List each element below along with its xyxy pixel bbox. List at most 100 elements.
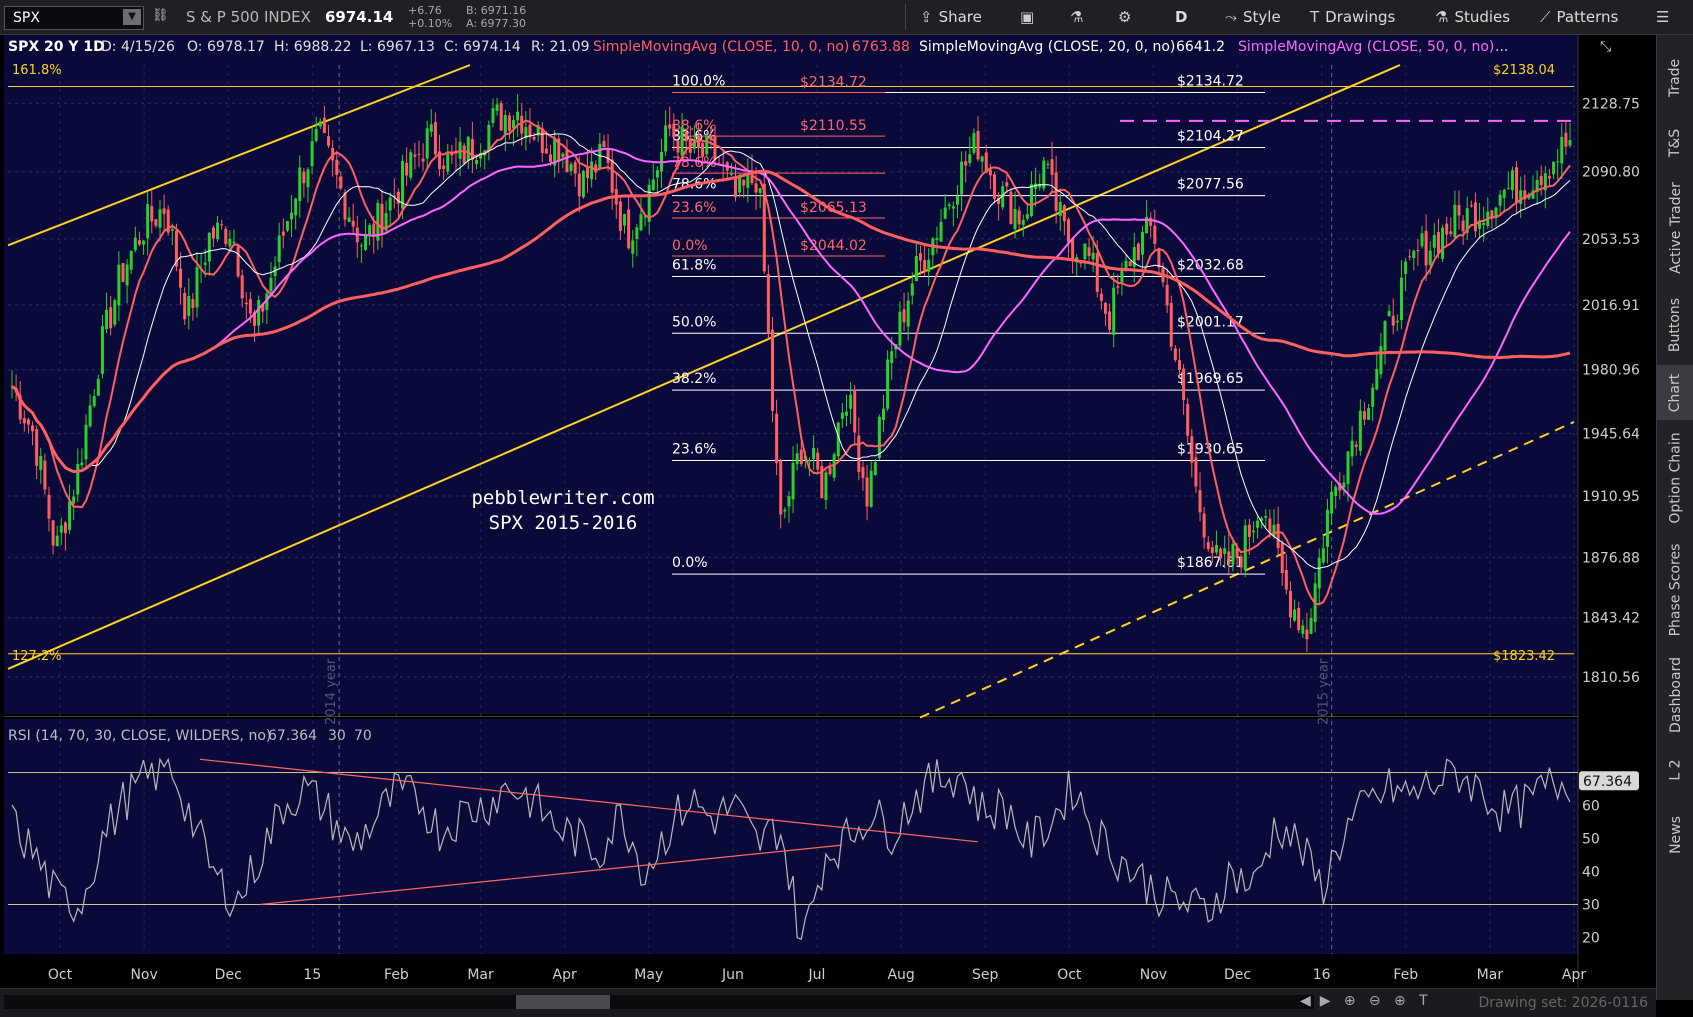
candle-body <box>1297 607 1301 631</box>
candle-body <box>1461 220 1465 232</box>
share-icon: ⇪ <box>920 8 933 26</box>
candle-body <box>1432 234 1436 248</box>
text-icon[interactable]: T <box>1419 993 1428 1009</box>
candle-body <box>442 165 446 169</box>
time-tick-label: Mar <box>1477 967 1504 983</box>
candle-body <box>417 153 421 155</box>
scroll-left-icon[interactable]: ◀ <box>1300 993 1311 1009</box>
sidebar-tab-buttons[interactable]: Buttons <box>1657 285 1693 365</box>
sidebar-tab-option-chain[interactable]: Option Chain <box>1657 420 1693 535</box>
sidebar-tab-chart[interactable]: Chart <box>1657 365 1693 420</box>
time-tick-label: Jun <box>721 967 744 983</box>
rsi-label[interactable]: RSI (14, 70, 30, CLOSE, WILDERS, no) <box>8 728 271 744</box>
time-tick-label: Feb <box>384 967 409 983</box>
candle-body <box>1510 170 1514 191</box>
candle-body <box>1482 223 1486 225</box>
candle-body <box>672 123 676 136</box>
patterns-button[interactable]: ⟋ Patterns <box>1540 5 1618 29</box>
sidebar-tab-label: News <box>1667 816 1684 854</box>
share-button[interactable]: ⇪ Share <box>920 5 982 29</box>
candle-body <box>187 295 191 316</box>
link-icon[interactable]: ⛓ <box>152 8 169 23</box>
flask-icon: ⚗ <box>1070 8 1084 26</box>
sidebar-tab-t-s[interactable]: T&S <box>1657 115 1693 170</box>
chart-area[interactable]: 2014 year2015 year 100.0%$2134.7288.6%$2… <box>0 35 1656 988</box>
rsi-current-value: 67.364 <box>268 728 317 744</box>
price-tick-label: 1945.64 <box>1582 426 1640 442</box>
menu-button[interactable]: ☰ <box>1656 5 1675 29</box>
sma10-label[interactable]: SimpleMovingAvg (CLOSE, 10, 0, no) <box>593 39 849 55</box>
candle-body <box>203 262 207 265</box>
settings-button[interactable]: ⚙ <box>1118 5 1137 29</box>
candle-body <box>96 379 100 396</box>
candle-body <box>1321 548 1325 563</box>
candle-body <box>1354 444 1358 447</box>
candle-body <box>1198 490 1202 513</box>
candle-body <box>775 413 779 464</box>
candle-body <box>877 416 881 459</box>
candle-body <box>80 462 84 466</box>
camera-icon: ▣ <box>1020 8 1035 26</box>
candle-body <box>1379 346 1383 375</box>
fib-level-percent: 100.0% <box>672 74 725 90</box>
collapse-icon[interactable]: ⤡ <box>1600 39 1611 55</box>
channel-top-price: $2138.04 <box>1493 63 1555 78</box>
sma20-label[interactable]: SimpleMovingAvg (CLOSE, 20, 0, no) <box>919 39 1175 55</box>
candle-body <box>927 259 931 272</box>
candle-body <box>816 452 820 470</box>
candle-body <box>549 154 553 162</box>
candle-body <box>795 453 799 464</box>
candle-body <box>573 162 577 174</box>
candle-body <box>72 496 76 504</box>
symbol-selector[interactable]: SPX ▼ <box>4 6 144 30</box>
sidebar-tab-label: Phase Scores <box>1667 543 1684 637</box>
top-toolbar: SPX ▼ ⛓ S & P 500 INDEX 6974.14 +6.76 +0… <box>0 0 1693 35</box>
period-button[interactable]: D <box>1175 5 1187 29</box>
drawings-button[interactable]: T Drawings <box>1310 5 1395 29</box>
status-more[interactable]: ... <box>1495 39 1508 55</box>
candle-body <box>1087 247 1091 256</box>
crosshair-icon[interactable]: ⊕ <box>1394 993 1406 1009</box>
time-tick-label: Apr <box>553 967 577 983</box>
candle-body <box>1506 188 1510 190</box>
chevron-down-icon[interactable]: ▼ <box>123 9 141 25</box>
sidebar-tab-trade[interactable]: Trade <box>1657 40 1693 115</box>
sidebar-tab-active-trader[interactable]: Active Trader <box>1657 170 1693 285</box>
zoom-out-icon[interactable]: ⊖ <box>1369 993 1381 1009</box>
candle-body <box>1371 387 1375 407</box>
candle-body <box>655 170 659 178</box>
time-scrollbar[interactable] <box>4 995 1314 1009</box>
candle-body <box>1103 302 1107 314</box>
candle-body <box>1021 219 1025 226</box>
gear-icon: ⚙ <box>1118 8 1132 26</box>
screenshot-button[interactable]: ▣ <box>1020 5 1040 29</box>
time-axis: Oct Nov Dec 15 Feb Mar Apr May Jun Jul Aug Sep Oct No… <box>48 967 1586 983</box>
candle-body <box>869 470 873 507</box>
sma50-label[interactable]: SimpleMovingAvg (CLOSE, 50, 0, no) <box>1238 39 1494 55</box>
candle-body <box>623 214 627 226</box>
drawing-set-label: Drawing set: 2026-0116 <box>1478 995 1648 1011</box>
candle-body <box>881 408 885 420</box>
zoom-in-icon[interactable]: ⊕ <box>1344 993 1356 1009</box>
style-button[interactable]: ⤳ Style <box>1225 5 1281 29</box>
candle-body <box>1473 202 1477 232</box>
candle-body <box>602 141 606 148</box>
sidebar-tab-l-2[interactable]: L 2 <box>1657 745 1693 795</box>
sidebar-tab-phase-scores[interactable]: Phase Scores <box>1657 535 1693 645</box>
candle-body <box>1367 408 1371 420</box>
flask-button[interactable]: ⚗ <box>1070 5 1089 29</box>
sidebar-tab-dashboard[interactable]: Dashboard <box>1657 645 1693 745</box>
studies-button[interactable]: ⚗ Studies <box>1435 5 1510 29</box>
candle-body <box>84 424 88 460</box>
candle-body <box>207 232 211 262</box>
candle-body <box>1395 320 1399 323</box>
candle-body <box>1564 132 1568 147</box>
zoom-controls[interactable]: ◀ ▶ ⊕ ⊖ ⊕ T <box>1300 993 1428 1009</box>
scroll-right-icon[interactable]: ▶ <box>1320 993 1331 1009</box>
sidebar-tab-news[interactable]: News <box>1657 795 1693 875</box>
scrollbar-thumb[interactable] <box>516 995 610 1009</box>
candle-body <box>228 238 232 247</box>
candle-body <box>1502 189 1506 198</box>
time-tick-label: Nov <box>1140 967 1167 983</box>
candle-body <box>1256 520 1260 528</box>
